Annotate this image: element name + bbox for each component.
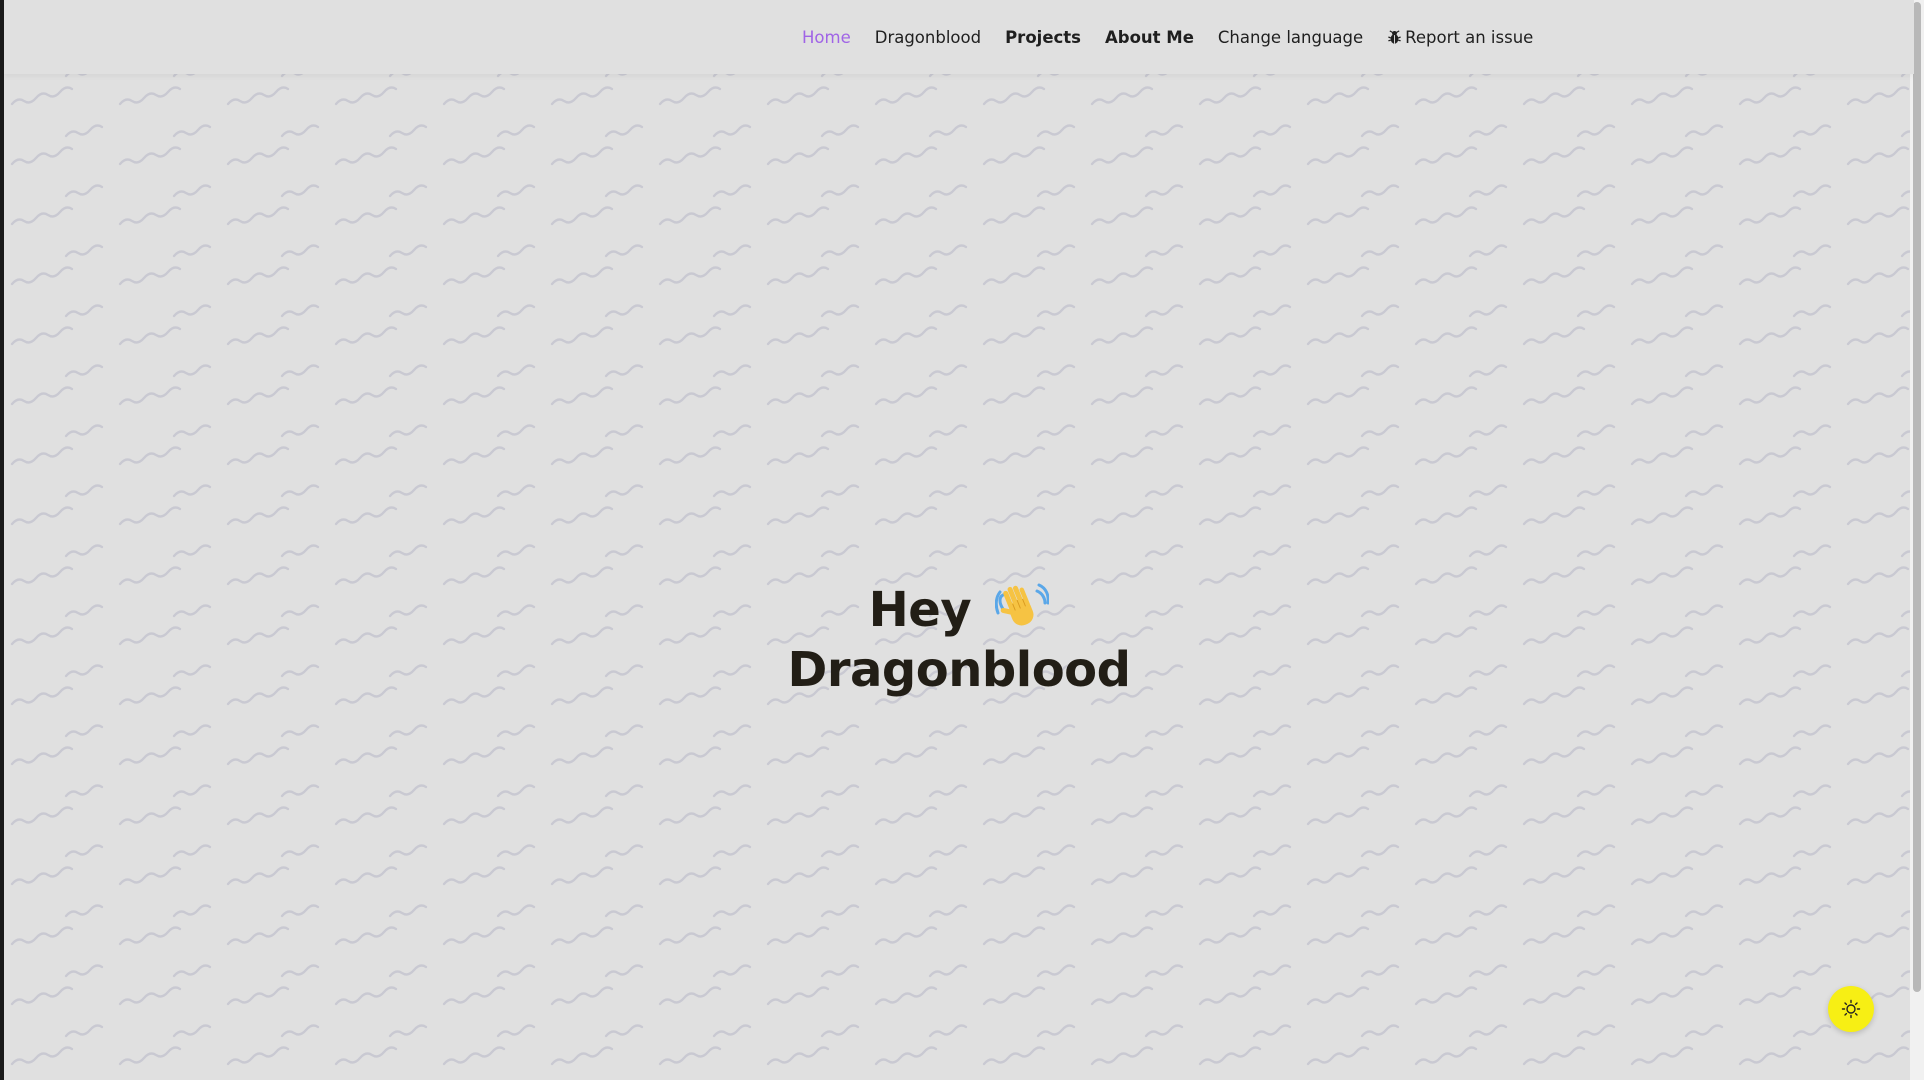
waving-hand-icon <box>995 583 1050 626</box>
nav-about-me-link[interactable]: About Me <box>1105 28 1194 47</box>
nav-home-link[interactable]: Home <box>802 28 851 47</box>
nav-links: Home Dragonblood Projects About Me Chang… <box>802 0 1557 74</box>
hero-greeting-line: Hey <box>4 580 1914 640</box>
hero-greeting: Hey <box>868 582 972 638</box>
top-navbar: Home Dragonblood Projects About Me Chang… <box>4 0 1914 74</box>
nav-dragonblood-link[interactable]: Dragonblood <box>875 28 981 47</box>
nav-change-language-link[interactable]: Change language <box>1218 28 1363 47</box>
theme-toggle-button[interactable] <box>1828 986 1874 1032</box>
hero: Hey Dragonblood <box>4 580 1914 700</box>
bug-icon <box>1388 30 1401 44</box>
nav-report-issue-link[interactable]: Report an issue <box>1387 28 1533 47</box>
scrollbar-thumb[interactable] <box>1913 2 1921 992</box>
wavy-pattern-background <box>4 0 1914 1080</box>
sun-icon <box>1841 999 1861 1019</box>
report-issue-label: Report an issue <box>1405 27 1534 47</box>
hero-name: Dragonblood <box>787 642 1131 698</box>
page: Home Dragonblood Projects About Me Chang… <box>4 0 1914 1080</box>
nav-projects-link[interactable]: Projects <box>1005 28 1081 47</box>
